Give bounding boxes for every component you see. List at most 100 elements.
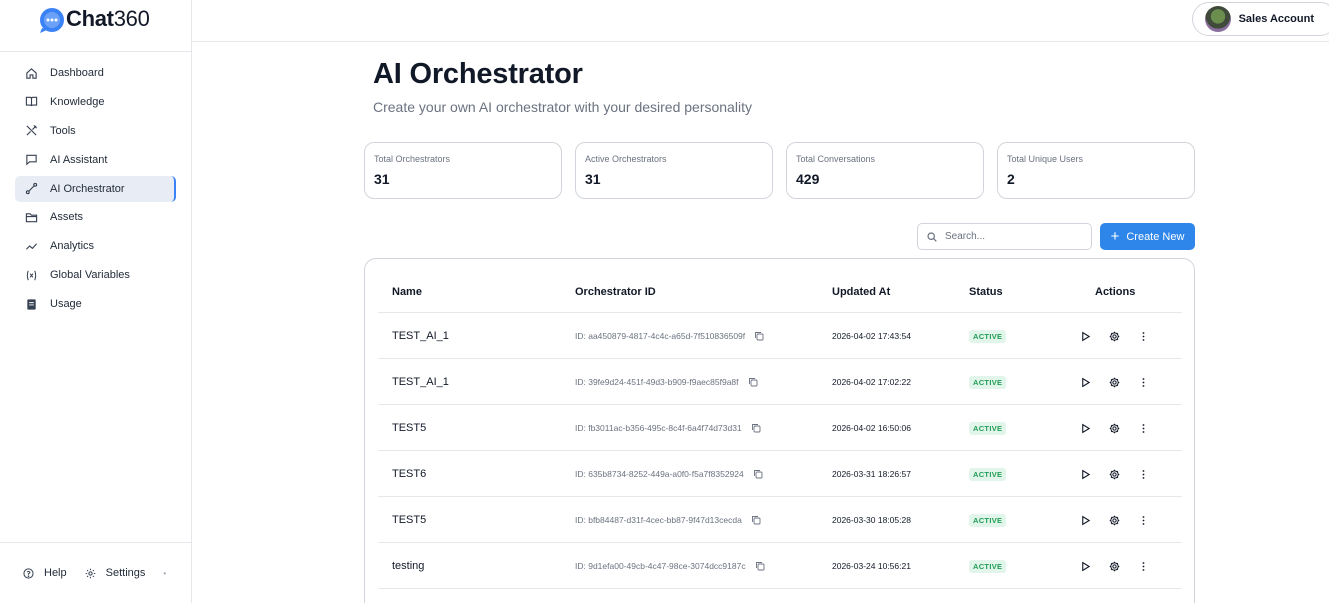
stat-card-active-orchestrators: Active Orchestrators 31 [575, 142, 773, 199]
sidebar-item-dashboard[interactable]: Dashboard [15, 60, 176, 86]
more-options-button[interactable] [1137, 330, 1149, 342]
more-vertical-icon [1142, 377, 1144, 387]
help-link[interactable]: Help [23, 567, 67, 579]
play-icon [1081, 331, 1090, 341]
table-row: TEST5 ID: fb3011ac-b356-495c-8c4f-6a4f74… [378, 405, 1182, 451]
settings-button[interactable] [1108, 468, 1120, 480]
run-button[interactable] [1079, 560, 1091, 572]
copy-icon[interactable] [754, 331, 764, 341]
sidebar-item-label: Assets [50, 211, 84, 224]
copy-icon[interactable] [755, 561, 765, 571]
sidebar-item-label: Tools [50, 124, 76, 137]
row-updated-at: 2026-03-30 18:05:28 [832, 515, 911, 525]
settings-button[interactable] [1108, 514, 1120, 526]
page-title: AI Orchestrator [373, 58, 583, 90]
header-updated-at: Updated At [832, 286, 891, 298]
stat-card-total-unique-users: Total Unique Users 2 [997, 142, 1195, 199]
play-icon [1081, 515, 1090, 525]
row-status: ACTIVE [969, 405, 1007, 451]
sidebar-item-tools[interactable]: Tools [15, 118, 176, 144]
row-orchestrator-id: ID: fb3011ac-b356-495c-8c4f-6a4f74d73d31 [575, 405, 761, 451]
status-badge: ACTIVE [969, 375, 1007, 389]
copy-icon[interactable] [748, 377, 758, 387]
more-options-button[interactable] [1137, 560, 1149, 572]
status-badge: ACTIVE [969, 467, 1007, 481]
chat-icon [24, 153, 38, 167]
row-actions [1079, 405, 1149, 451]
status-badge: ACTIVE [969, 329, 1007, 343]
settings-label: Settings [105, 567, 146, 579]
settings-link[interactable]: Settings [85, 567, 146, 579]
create-new-label: Create New [1126, 230, 1185, 243]
sidebar-footer: Help Settings • [0, 542, 191, 603]
play-icon [1081, 469, 1090, 479]
settings-button[interactable] [1108, 330, 1120, 342]
sidebar-item-analytics[interactable]: Analytics [15, 233, 176, 259]
copy-icon[interactable] [751, 515, 761, 525]
row-orchestrator-id: ID: bfb84487-d31f-4cec-bb87-9f47d13cecda [575, 497, 761, 543]
account-name: Sales Account [1238, 13, 1314, 25]
run-button[interactable] [1079, 422, 1091, 434]
row-name[interactable]: TEST5 [392, 405, 426, 451]
row-orchestrator-id: ID: 39fe9d24-451f-49d3-b909-f9aec85f9a8f [575, 359, 758, 405]
sidebar-item-global-variables[interactable]: Global Variables [15, 262, 176, 288]
sidebar-item-label: Usage [50, 298, 82, 311]
sidebar-item-ai-assistant[interactable]: AI Assistant [15, 147, 176, 173]
gear-icon [1109, 423, 1119, 433]
sidebar-item-assets[interactable]: Assets [15, 204, 176, 230]
row-name[interactable]: TEST5 [392, 497, 426, 543]
table-row: TEST_AI_1 ID: 39fe9d24-451f-49d3-b909-f9… [378, 359, 1182, 405]
orchestrator-icon [24, 182, 38, 196]
sidebar-item-usage[interactable]: Usage [15, 291, 176, 317]
copy-icon[interactable] [753, 469, 763, 479]
sidebar-item-knowledge[interactable]: Knowledge [15, 89, 176, 115]
copy-icon[interactable] [751, 423, 761, 433]
row-name[interactable]: testing [392, 543, 424, 589]
row-updated-at: 2026-04-02 17:02:22 [832, 377, 911, 387]
run-button[interactable] [1079, 468, 1091, 480]
run-button[interactable] [1079, 376, 1091, 388]
settings-button[interactable] [1108, 560, 1120, 572]
status-badge: ACTIVE [969, 559, 1007, 573]
search-box[interactable] [917, 223, 1092, 250]
row-orchestrator-id: ID: 9d1efa00-49cb-4c47-98ce-3074dcc9187c [575, 543, 765, 589]
stat-label: Active Orchestrators [585, 154, 667, 164]
stats-row: Total Orchestrators 31 Active Orchestrat… [364, 142, 1196, 199]
more-options-button[interactable] [1137, 468, 1149, 480]
folder-icon [24, 210, 38, 224]
settings-button[interactable] [1108, 376, 1120, 388]
gear-icon [85, 568, 95, 578]
header-status: Status [969, 286, 1003, 298]
more-options-button[interactable] [1137, 376, 1149, 388]
gear-icon [1109, 469, 1119, 479]
brand[interactable]: Chat360 [0, 0, 191, 52]
more-options-button[interactable] [1137, 514, 1149, 526]
search-icon [927, 231, 937, 242]
more-vertical-icon [1142, 561, 1144, 571]
avatar [1204, 6, 1231, 32]
row-actions [1079, 543, 1149, 589]
row-status: ACTIVE [969, 497, 1007, 543]
more-options-button[interactable] [1137, 422, 1149, 434]
account-menu[interactable]: Sales Account [1191, 2, 1329, 36]
table-row: testing ID: 9d1efa00-49cb-4c47-98ce-3074… [378, 543, 1182, 589]
create-new-button[interactable]: + Create New [1100, 223, 1195, 250]
collapse-caret-icon[interactable]: • [163, 569, 166, 578]
orchestrator-id-text: ID: 635b8734-8252-449a-a0f0-f5a7f8352924 [575, 469, 744, 479]
run-button[interactable] [1079, 514, 1091, 526]
stat-value: 31 [585, 171, 601, 187]
row-name[interactable]: TEST6 [392, 451, 426, 497]
settings-button[interactable] [1108, 422, 1120, 434]
row-orchestrator-id: ID: aa450879-4817-4c4c-a65d-7f510836509f [575, 313, 764, 359]
sidebar-item-ai-orchestrator[interactable]: AI Orchestrator [15, 175, 176, 202]
row-status: ACTIVE [969, 451, 1007, 497]
row-name[interactable]: TEST_AI_1 [392, 359, 449, 405]
more-vertical-icon [1142, 515, 1144, 525]
row-name[interactable]: TEST_AI_1 [392, 313, 449, 359]
search-input[interactable] [945, 231, 1085, 242]
row-actions [1079, 497, 1149, 543]
help-label: Help [44, 567, 67, 579]
sidebar-item-label: Global Variables [50, 269, 130, 282]
run-button[interactable] [1079, 330, 1091, 342]
play-icon [1081, 561, 1090, 571]
